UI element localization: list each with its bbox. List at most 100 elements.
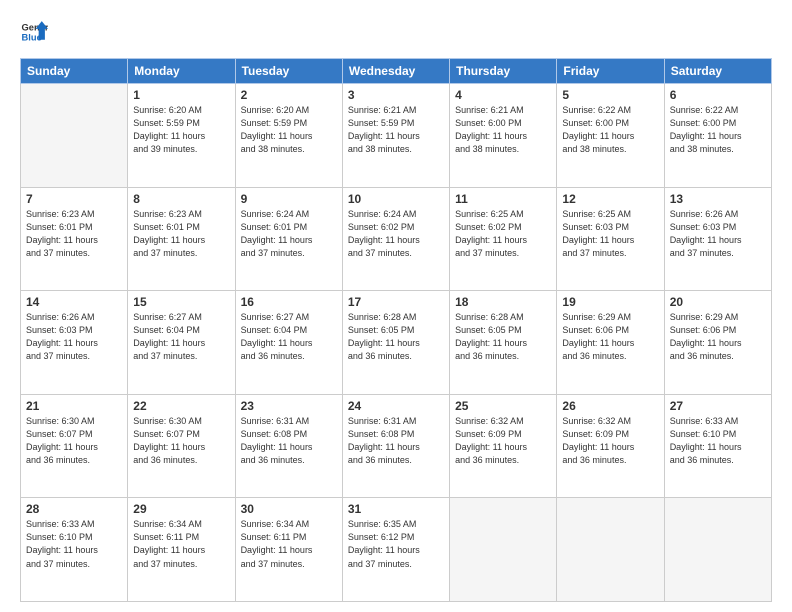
calendar-cell: 6 Sunrise: 6:22 AM Sunset: 6:00 PM Daylig… xyxy=(664,84,771,188)
day-info: Sunrise: 6:25 AM Sunset: 6:03 PM Dayligh… xyxy=(562,208,658,260)
weekday-header-row: SundayMondayTuesdayWednesdayThursdayFrid… xyxy=(21,59,772,84)
calendar-cell: 26Sunrise: 6:32 AM Sunset: 6:09 PM Dayli… xyxy=(557,394,664,498)
weekday-header-sunday: Sunday xyxy=(21,59,128,84)
day-number: 20 xyxy=(670,295,766,309)
calendar-cell xyxy=(450,498,557,602)
day-info: Sunrise: 6:24 AM Sunset: 6:01 PM Dayligh… xyxy=(241,208,337,260)
day-info: Sunrise: 6:25 AM Sunset: 6:02 PM Dayligh… xyxy=(455,208,551,260)
calendar-cell: 10 Sunrise: 6:24 AM Sunset: 6:02 PM Dayli… xyxy=(342,187,449,291)
calendar-cell: 18Sunrise: 6:28 AM Sunset: 6:05 PM Dayli… xyxy=(450,291,557,395)
calendar-cell: 24 Sunrise: 6:31 AM Sunset: 6:08 PM Dayli… xyxy=(342,394,449,498)
calendar-cell: 19 Sunrise: 6:29 AM Sunset: 6:06 PM Dayli… xyxy=(557,291,664,395)
day-info: Sunrise: 6:28 AM Sunset: 6:05 PM Dayligh… xyxy=(348,311,444,363)
day-info: Sunrise: 6:22 AM Sunset: 6:00 PM Dayligh… xyxy=(562,104,658,156)
day-info: Sunrise: 6:33 AM Sunset: 6:10 PM Dayligh… xyxy=(670,415,766,467)
day-number: 9 xyxy=(241,192,337,206)
day-number: 17 xyxy=(348,295,444,309)
calendar-cell: 21 Sunrise: 6:30 AM Sunset: 6:07 PM Dayli… xyxy=(21,394,128,498)
day-info: Sunrise: 6:29 AM Sunset: 6:06 PM Dayligh… xyxy=(562,311,658,363)
calendar-table: SundayMondayTuesdayWednesdayThursdayFrid… xyxy=(20,58,772,602)
day-info: Sunrise: 6:29 AM Sunset: 6:06 PM Dayligh… xyxy=(670,311,766,363)
weekday-header-friday: Friday xyxy=(557,59,664,84)
day-number: 8 xyxy=(133,192,229,206)
weekday-header-monday: Monday xyxy=(128,59,235,84)
calendar-cell: 8 Sunrise: 6:23 AM Sunset: 6:01 PM Daylig… xyxy=(128,187,235,291)
day-number: 1 xyxy=(133,88,229,102)
day-info: Sunrise: 6:22 AM Sunset: 6:00 PM Dayligh… xyxy=(670,104,766,156)
day-number: 13 xyxy=(670,192,766,206)
day-info: Sunrise: 6:23 AM Sunset: 6:01 PM Dayligh… xyxy=(26,208,122,260)
day-info: Sunrise: 6:33 AM Sunset: 6:10 PM Dayligh… xyxy=(26,518,122,570)
calendar-cell: 30 Sunrise: 6:34 AM Sunset: 6:11 PM Dayli… xyxy=(235,498,342,602)
calendar-cell: 9 Sunrise: 6:24 AM Sunset: 6:01 PM Daylig… xyxy=(235,187,342,291)
day-number: 21 xyxy=(26,399,122,413)
day-number: 30 xyxy=(241,502,337,516)
calendar-cell: 29 Sunrise: 6:34 AM Sunset: 6:11 PM Dayli… xyxy=(128,498,235,602)
calendar-cell: 20 Sunrise: 6:29 AM Sunset: 6:06 PM Dayli… xyxy=(664,291,771,395)
day-number: 4 xyxy=(455,88,551,102)
day-number: 31 xyxy=(348,502,444,516)
week-row-4: 21 Sunrise: 6:30 AM Sunset: 6:07 PM Dayli… xyxy=(21,394,772,498)
day-number: 3 xyxy=(348,88,444,102)
day-number: 29 xyxy=(133,502,229,516)
day-info: Sunrise: 6:26 AM Sunset: 6:03 PM Dayligh… xyxy=(26,311,122,363)
day-number: 6 xyxy=(670,88,766,102)
page: General Blue SundayMondayTuesdayWednesda… xyxy=(0,0,792,612)
calendar-cell: 11Sunrise: 6:25 AM Sunset: 6:02 PM Dayli… xyxy=(450,187,557,291)
day-info: Sunrise: 6:23 AM Sunset: 6:01 PM Dayligh… xyxy=(133,208,229,260)
day-info: Sunrise: 6:27 AM Sunset: 6:04 PM Dayligh… xyxy=(133,311,229,363)
day-info: Sunrise: 6:24 AM Sunset: 6:02 PM Dayligh… xyxy=(348,208,444,260)
calendar-cell: 4 Sunrise: 6:21 AM Sunset: 6:00 PM Daylig… xyxy=(450,84,557,188)
logo: General Blue xyxy=(20,18,48,46)
day-info: Sunrise: 6:21 AM Sunset: 6:00 PM Dayligh… xyxy=(455,104,551,156)
day-info: Sunrise: 6:31 AM Sunset: 6:08 PM Dayligh… xyxy=(241,415,337,467)
weekday-header-thursday: Thursday xyxy=(450,59,557,84)
header: General Blue xyxy=(20,18,772,46)
week-row-3: 14 Sunrise: 6:26 AM Sunset: 6:03 PM Dayli… xyxy=(21,291,772,395)
week-row-5: 28Sunrise: 6:33 AM Sunset: 6:10 PM Dayli… xyxy=(21,498,772,602)
calendar-cell xyxy=(21,84,128,188)
calendar-cell: 27 Sunrise: 6:33 AM Sunset: 6:10 PM Dayli… xyxy=(664,394,771,498)
weekday-header-saturday: Saturday xyxy=(664,59,771,84)
weekday-header-wednesday: Wednesday xyxy=(342,59,449,84)
day-number: 18 xyxy=(455,295,551,309)
day-info: Sunrise: 6:31 AM Sunset: 6:08 PM Dayligh… xyxy=(348,415,444,467)
day-info: Sunrise: 6:21 AM Sunset: 5:59 PM Dayligh… xyxy=(348,104,444,156)
weekday-header-tuesday: Tuesday xyxy=(235,59,342,84)
calendar-cell: 13 Sunrise: 6:26 AM Sunset: 6:03 PM Dayli… xyxy=(664,187,771,291)
calendar-cell: 16 Sunrise: 6:27 AM Sunset: 6:04 PM Dayli… xyxy=(235,291,342,395)
day-number: 22 xyxy=(133,399,229,413)
day-info: Sunrise: 6:30 AM Sunset: 6:07 PM Dayligh… xyxy=(133,415,229,467)
day-number: 24 xyxy=(348,399,444,413)
day-info: Sunrise: 6:34 AM Sunset: 6:11 PM Dayligh… xyxy=(133,518,229,570)
day-number: 27 xyxy=(670,399,766,413)
day-number: 26 xyxy=(562,399,658,413)
day-number: 5 xyxy=(562,88,658,102)
day-number: 14 xyxy=(26,295,122,309)
day-info: Sunrise: 6:26 AM Sunset: 6:03 PM Dayligh… xyxy=(670,208,766,260)
day-number: 15 xyxy=(133,295,229,309)
day-number: 12 xyxy=(562,192,658,206)
calendar-cell: 15 Sunrise: 6:27 AM Sunset: 6:04 PM Dayli… xyxy=(128,291,235,395)
day-number: 10 xyxy=(348,192,444,206)
day-info: Sunrise: 6:27 AM Sunset: 6:04 PM Dayligh… xyxy=(241,311,337,363)
calendar-cell: 23 Sunrise: 6:31 AM Sunset: 6:08 PM Dayli… xyxy=(235,394,342,498)
calendar-cell: 2 Sunrise: 6:20 AM Sunset: 5:59 PM Daylig… xyxy=(235,84,342,188)
calendar-cell: 12 Sunrise: 6:25 AM Sunset: 6:03 PM Dayli… xyxy=(557,187,664,291)
calendar-cell: 7Sunrise: 6:23 AM Sunset: 6:01 PM Daylig… xyxy=(21,187,128,291)
day-number: 2 xyxy=(241,88,337,102)
day-info: Sunrise: 6:30 AM Sunset: 6:07 PM Dayligh… xyxy=(26,415,122,467)
day-number: 19 xyxy=(562,295,658,309)
calendar-cell: 5 Sunrise: 6:22 AM Sunset: 6:00 PM Daylig… xyxy=(557,84,664,188)
calendar-cell: 17 Sunrise: 6:28 AM Sunset: 6:05 PM Dayli… xyxy=(342,291,449,395)
week-row-1: 1 Sunrise: 6:20 AM Sunset: 5:59 PM Daylig… xyxy=(21,84,772,188)
calendar-cell: 25Sunrise: 6:32 AM Sunset: 6:09 PM Dayli… xyxy=(450,394,557,498)
day-number: 25 xyxy=(455,399,551,413)
calendar-cell: 31 Sunrise: 6:35 AM Sunset: 6:12 PM Dayli… xyxy=(342,498,449,602)
day-info: Sunrise: 6:20 AM Sunset: 5:59 PM Dayligh… xyxy=(133,104,229,156)
day-number: 23 xyxy=(241,399,337,413)
day-info: Sunrise: 6:34 AM Sunset: 6:11 PM Dayligh… xyxy=(241,518,337,570)
day-info: Sunrise: 6:35 AM Sunset: 6:12 PM Dayligh… xyxy=(348,518,444,570)
day-number: 16 xyxy=(241,295,337,309)
day-info: Sunrise: 6:20 AM Sunset: 5:59 PM Dayligh… xyxy=(241,104,337,156)
